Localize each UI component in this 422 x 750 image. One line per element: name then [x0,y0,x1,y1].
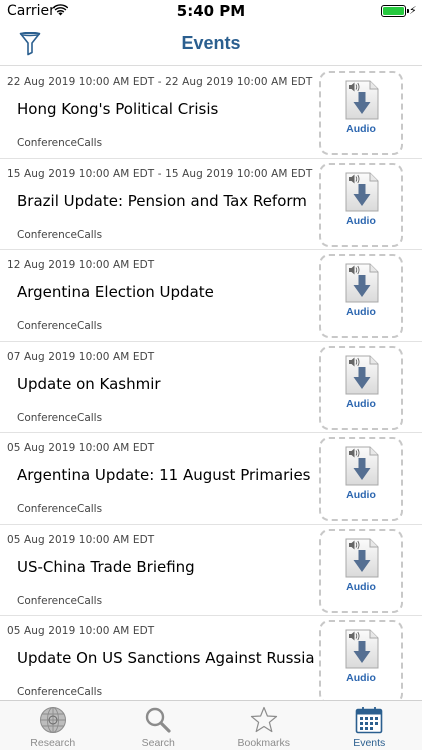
event-source: ConferenceCalls [17,320,103,332]
event-date: 05 Aug 2019 10:00 AM EDT [7,442,155,454]
status-bar: Carrier 5:40 PM ⚡ [0,0,422,22]
tab-label: Research [30,737,76,749]
audio-file-download-icon [345,80,379,120]
audio-label: Audio [346,397,376,410]
audio-download-button[interactable]: Audio [319,345,403,430]
audio-label: Audio [346,123,376,135]
audio-download-button[interactable]: Audio [319,254,403,338]
tab-events[interactable]: Events [317,701,422,750]
event-row[interactable]: 15 Aug 2019 10:00 AM EDT - 15 Aug 2019 1… [0,159,422,250]
audio-file-download-icon [345,629,379,669]
tab-search[interactable]: Search [106,701,212,750]
event-row[interactable]: 05 Aug 2019 10:00 AM EDT US-China Trade … [0,525,422,616]
event-source: ConferenceCalls [17,411,103,424]
event-row[interactable]: 05 Aug 2019 10:00 AM EDT Argentina Updat… [0,433,422,525]
tab-label: Events [353,737,386,749]
tab-bar: Research Search Bookmarks Events [0,700,422,750]
status-time: 5:40 PM [176,2,246,20]
tab-label: Bookmarks [237,737,290,749]
event-date: 22 Aug 2019 10:00 AM EDT - 22 Aug 2019 1… [7,76,313,88]
audio-file-download-icon [345,172,379,211]
navigation-bar: Events [0,22,422,66]
tab-research[interactable]: Research [0,701,106,750]
tab-bookmarks[interactable]: Bookmarks [211,701,317,750]
event-title[interactable]: Argentina Election Update [17,283,214,301]
event-title[interactable]: Brazil Update: Pension and Tax Reform [17,192,307,210]
page-title: Events [181,33,241,53]
audio-file-download-icon [345,446,379,486]
event-title[interactable]: Update on Kashmir [17,375,161,393]
audio-file-download-icon [345,355,379,394]
events-list[interactable]: 22 Aug 2019 10:00 AM EDT - 22 Aug 2019 1… [0,67,422,700]
audio-download-button[interactable]: Audio [319,528,403,613]
event-row[interactable]: 05 Aug 2019 10:00 AM EDT Update On US Sa… [0,616,422,700]
event-date: 05 Aug 2019 10:00 AM EDT [7,533,155,546]
audio-download-button[interactable]: Audio [319,71,403,155]
event-date: 15 Aug 2019 10:00 AM EDT - 15 Aug 2019 1… [7,167,313,180]
audio-file-download-icon [345,538,379,577]
event-title[interactable]: Update On US Sanctions Against Russia [17,649,315,667]
battery-icon [381,5,409,17]
tab-label: Search [141,737,175,749]
event-title[interactable]: Hong Kong's Political Crisis [17,100,218,118]
audio-label: Audio [346,580,376,593]
star-icon [249,705,279,735]
audio-file-download-icon [345,263,379,303]
audio-download-button[interactable]: Audio [319,437,403,521]
event-source: ConferenceCalls [17,594,103,607]
audio-label: Audio [346,306,376,318]
calendar-icon [354,705,384,735]
audio-label: Audio [346,672,376,684]
event-title[interactable]: Argentina Update: 11 August Primaries [17,466,311,484]
search-icon [143,705,173,735]
event-source: ConferenceCalls [17,137,103,149]
event-row[interactable]: 07 Aug 2019 10:00 AM EDT Update on Kashm… [0,342,422,433]
event-source: ConferenceCalls [17,686,103,698]
globe-icon [38,705,68,735]
event-date: 07 Aug 2019 10:00 AM EDT [7,350,155,363]
battery-level [383,7,404,15]
audio-download-button[interactable]: Audio [319,162,403,247]
audio-label: Audio [346,214,376,227]
event-row[interactable]: 12 Aug 2019 10:00 AM EDT Argentina Elect… [0,250,422,342]
event-date: 05 Aug 2019 10:00 AM EDT [7,625,155,637]
event-source: ConferenceCalls [17,503,103,515]
charging-bolt-icon: ⚡ [409,4,417,17]
event-source: ConferenceCalls [17,228,103,241]
event-row[interactable]: 22 Aug 2019 10:00 AM EDT - 22 Aug 2019 1… [0,67,422,159]
audio-download-button[interactable]: Audio [319,620,403,700]
event-date: 12 Aug 2019 10:00 AM EDT [7,259,155,271]
event-title[interactable]: US-China Trade Briefing [17,558,195,576]
audio-label: Audio [346,489,376,501]
